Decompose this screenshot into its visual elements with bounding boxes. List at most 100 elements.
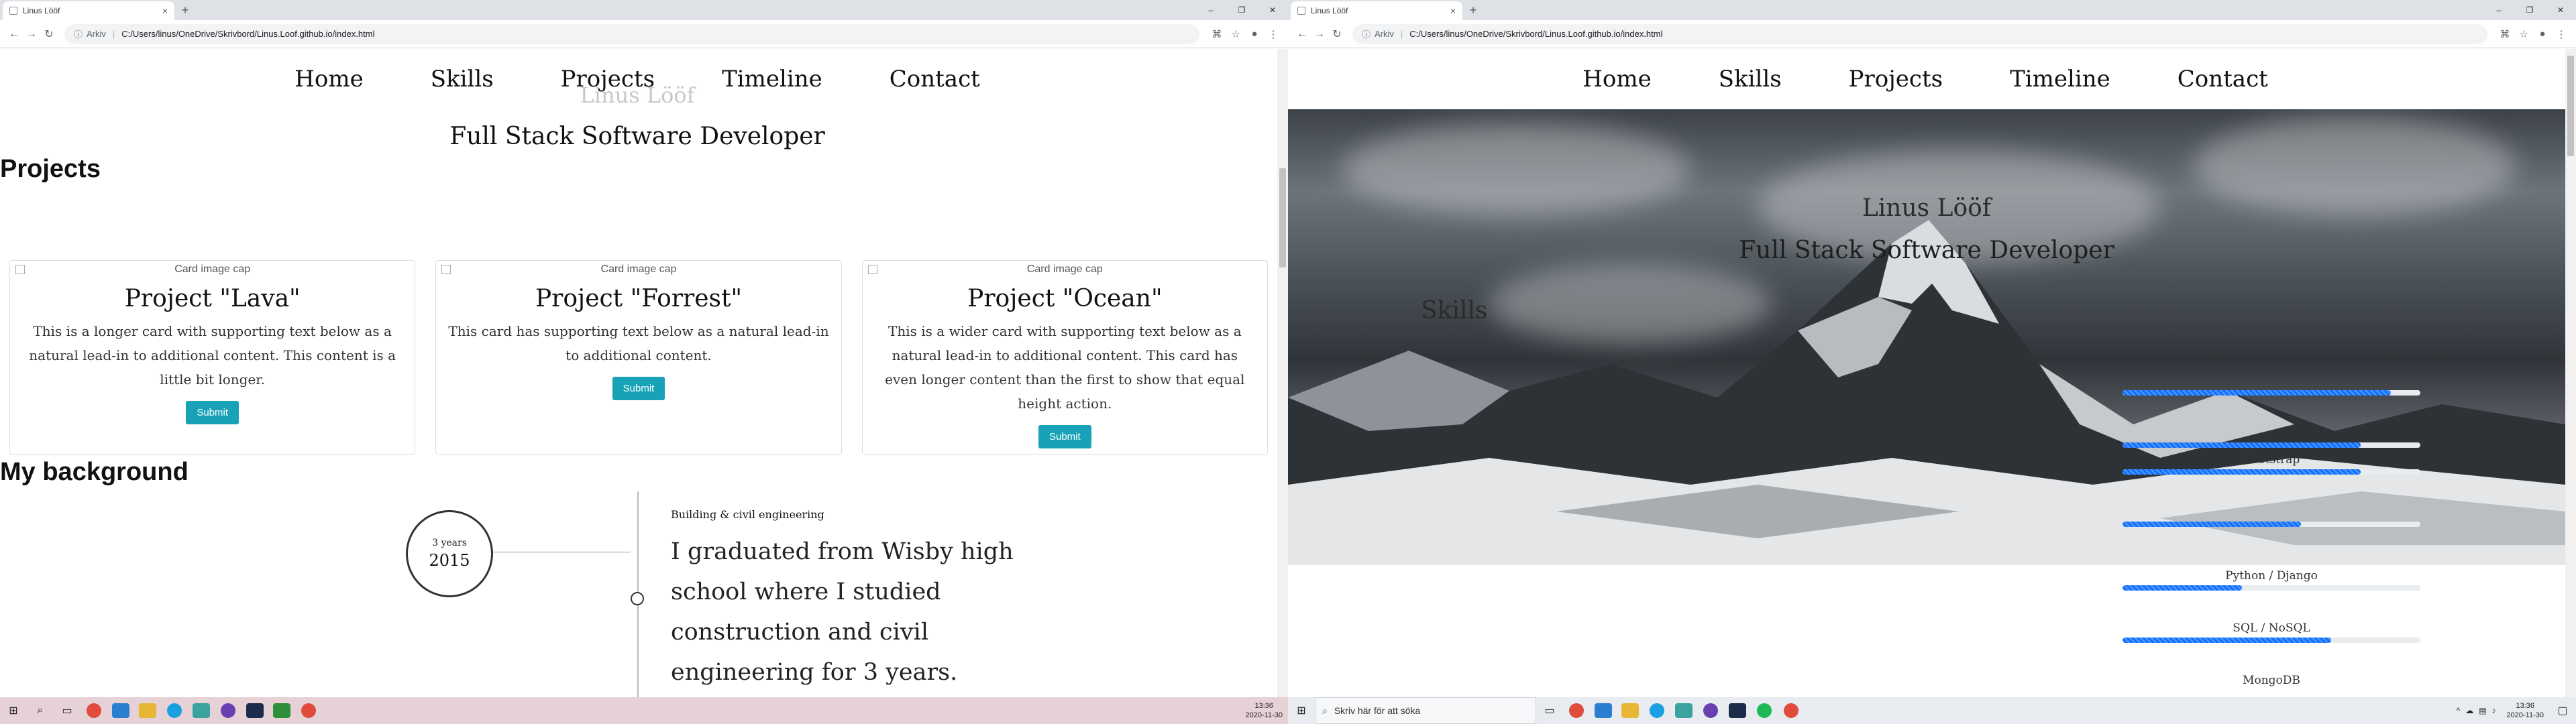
task-view-icon[interactable]: ▭ xyxy=(1536,697,1563,724)
chrome-icon[interactable] xyxy=(1563,697,1590,724)
spotify-icon[interactable] xyxy=(1751,697,1778,724)
skill-item: Python / Django xyxy=(2123,569,2420,591)
terminal-icon[interactable] xyxy=(241,697,268,724)
app-icon[interactable] xyxy=(215,697,241,724)
menu-icon[interactable]: ⋮ xyxy=(1264,28,1283,40)
card-image-placeholder: Card image cap xyxy=(441,263,828,276)
page-scrollbar[interactable] xyxy=(1277,49,1288,697)
card-text: This is a longer card with supporting te… xyxy=(29,323,396,387)
skill-label: Python / Django xyxy=(2225,569,2318,583)
minimize-button[interactable]: – xyxy=(2483,0,2514,20)
close-window-button[interactable]: ✕ xyxy=(1257,0,1288,20)
skills-heading: Skills xyxy=(1421,297,1488,324)
app-icon[interactable] xyxy=(268,697,295,724)
tab-close-icon[interactable]: × xyxy=(162,5,168,16)
file-explorer-icon[interactable] xyxy=(1617,697,1644,724)
app-icon[interactable] xyxy=(1670,697,1697,724)
cloud-icon[interactable]: ☁ xyxy=(2465,706,2473,715)
forward-arrow-icon[interactable]: → xyxy=(23,28,40,40)
menu-icon[interactable]: ⋮ xyxy=(2552,28,2571,40)
card-image-placeholder: Card image cap xyxy=(867,263,1255,276)
profile-icon[interactable]: ● xyxy=(2533,28,2552,40)
toolbar-actions: ⌘ ☆ ● ⋮ xyxy=(1208,28,1283,40)
translate-icon[interactable]: ⌘ xyxy=(1208,28,1226,40)
submit-button[interactable]: Submit xyxy=(612,377,665,400)
skill-progress-bar xyxy=(2123,390,2420,396)
skill-item xyxy=(2123,374,2420,396)
reload-icon[interactable]: ↻ xyxy=(40,27,58,41)
app-icon[interactable] xyxy=(1697,697,1724,724)
timeline-year-badge: 3 years 2015 xyxy=(406,510,493,597)
skill-progress-bar xyxy=(2123,522,2420,527)
clock[interactable]: 13:36 2020-11-30 xyxy=(2502,701,2549,720)
app-icon[interactable] xyxy=(188,697,215,724)
vscode-icon[interactable] xyxy=(107,697,134,724)
submit-button[interactable]: Submit xyxy=(186,401,239,424)
maximize-button[interactable]: ❐ xyxy=(1226,0,1257,20)
bookmark-star-icon[interactable]: ☆ xyxy=(1226,28,1245,40)
close-window-button[interactable]: ✕ xyxy=(2545,0,2576,20)
windows-start-icon[interactable]: ⊞ xyxy=(0,697,27,724)
hero-mountain-image: Linus Lööf Full Stack Software Developer… xyxy=(1288,109,2565,565)
nav-timeline[interactable]: Timeline xyxy=(2010,66,2110,93)
skype-icon[interactable] xyxy=(1644,697,1670,724)
skill-item: Bootstrap xyxy=(2123,453,2420,475)
maximize-button[interactable]: ❐ xyxy=(2514,0,2545,20)
timeline-category: Building & civil engineering xyxy=(671,508,824,521)
info-icon[interactable]: ⓘ xyxy=(1362,27,1371,40)
skill-item xyxy=(2123,426,2420,448)
page-subtitle: Full Stack Software Developer xyxy=(449,123,825,150)
minimize-button[interactable]: – xyxy=(1195,0,1226,20)
site-nav: Home Skills Projects Timeline Contact xyxy=(1288,49,2563,109)
profile-icon[interactable]: ● xyxy=(1245,28,1264,40)
vscode-icon[interactable] xyxy=(1590,697,1617,724)
browser-tab[interactable]: Linus Lööf × xyxy=(1291,1,1462,20)
bookmark-star-icon[interactable]: ☆ xyxy=(2514,28,2533,40)
skill-progress-fill xyxy=(2123,469,2361,475)
browser-tab[interactable]: Linus Lööf × xyxy=(3,1,174,20)
window-controls: – ❐ ✕ xyxy=(1195,0,1288,20)
new-tab-button[interactable]: + xyxy=(177,3,193,19)
chevron-up-icon[interactable]: ^ xyxy=(2457,706,2461,715)
scrollbar-thumb[interactable] xyxy=(1279,168,1286,267)
url-separator: | xyxy=(112,29,115,39)
page-scrollbar[interactable] xyxy=(2565,49,2576,697)
projects-heading: Projects xyxy=(0,155,101,183)
nav-contact[interactable]: Contact xyxy=(2178,66,2268,93)
terminal-icon[interactable] xyxy=(1724,697,1751,724)
task-view-icon[interactable]: ▭ xyxy=(54,697,80,724)
network-icon[interactable]: ▤ xyxy=(2479,706,2486,715)
window-controls: – ❐ ✕ xyxy=(2483,0,2576,20)
back-arrow-icon[interactable]: ← xyxy=(1293,28,1311,40)
new-tab-button[interactable]: + xyxy=(1465,3,1481,19)
reload-icon[interactable]: ↻ xyxy=(1328,27,1346,41)
skype-icon[interactable] xyxy=(161,697,188,724)
windows-start-icon[interactable]: ⊞ xyxy=(1288,697,1315,724)
nav-home[interactable]: Home xyxy=(1582,66,1651,93)
chrome-icon[interactable] xyxy=(80,697,107,724)
search-icon[interactable]: ⌕ xyxy=(27,697,54,724)
clock[interactable]: 13:36 2020-11-30 xyxy=(1240,701,1288,720)
notification-icon[interactable]: ▢ xyxy=(2549,697,2576,724)
taskbar-search-box[interactable]: ⌕ Skriv här för att söka xyxy=(1315,697,1536,724)
skill-progress-bar xyxy=(2123,469,2420,475)
chrome-icon[interactable] xyxy=(1778,697,1805,724)
nav-projects[interactable]: Projects xyxy=(1849,66,1943,93)
project-cards: Card image cap Project "Lava" This is a … xyxy=(9,260,1268,455)
scrollbar-thumb[interactable] xyxy=(2567,56,2574,156)
chrome-icon[interactable] xyxy=(295,697,322,724)
info-icon[interactable]: ⓘ xyxy=(74,27,83,40)
translate-icon[interactable]: ⌘ xyxy=(2496,28,2514,40)
tab-close-icon[interactable]: × xyxy=(1450,5,1456,16)
volume-icon[interactable]: ♪ xyxy=(2492,706,2496,715)
forward-arrow-icon[interactable]: → xyxy=(1311,28,1328,40)
address-bar[interactable]: ⓘ Arkiv | C:/Users/linus/OneDrive/Skrivb… xyxy=(1352,23,2487,44)
file-explorer-icon[interactable] xyxy=(134,697,161,724)
right-browser-window: Linus Lööf × + – ❐ ✕ ← → ↻ ⓘ Arkiv | C:/… xyxy=(1288,0,2576,697)
nav-skills[interactable]: Skills xyxy=(1719,66,1782,93)
skill-progress-bar xyxy=(2123,442,2420,448)
back-arrow-icon[interactable]: ← xyxy=(5,28,23,40)
address-bar[interactable]: ⓘ Arkiv | C:/Users/linus/OneDrive/Skrivb… xyxy=(64,23,1199,44)
hero-name: Linus Lööf xyxy=(1862,194,1992,222)
submit-button[interactable]: Submit xyxy=(1038,425,1091,448)
